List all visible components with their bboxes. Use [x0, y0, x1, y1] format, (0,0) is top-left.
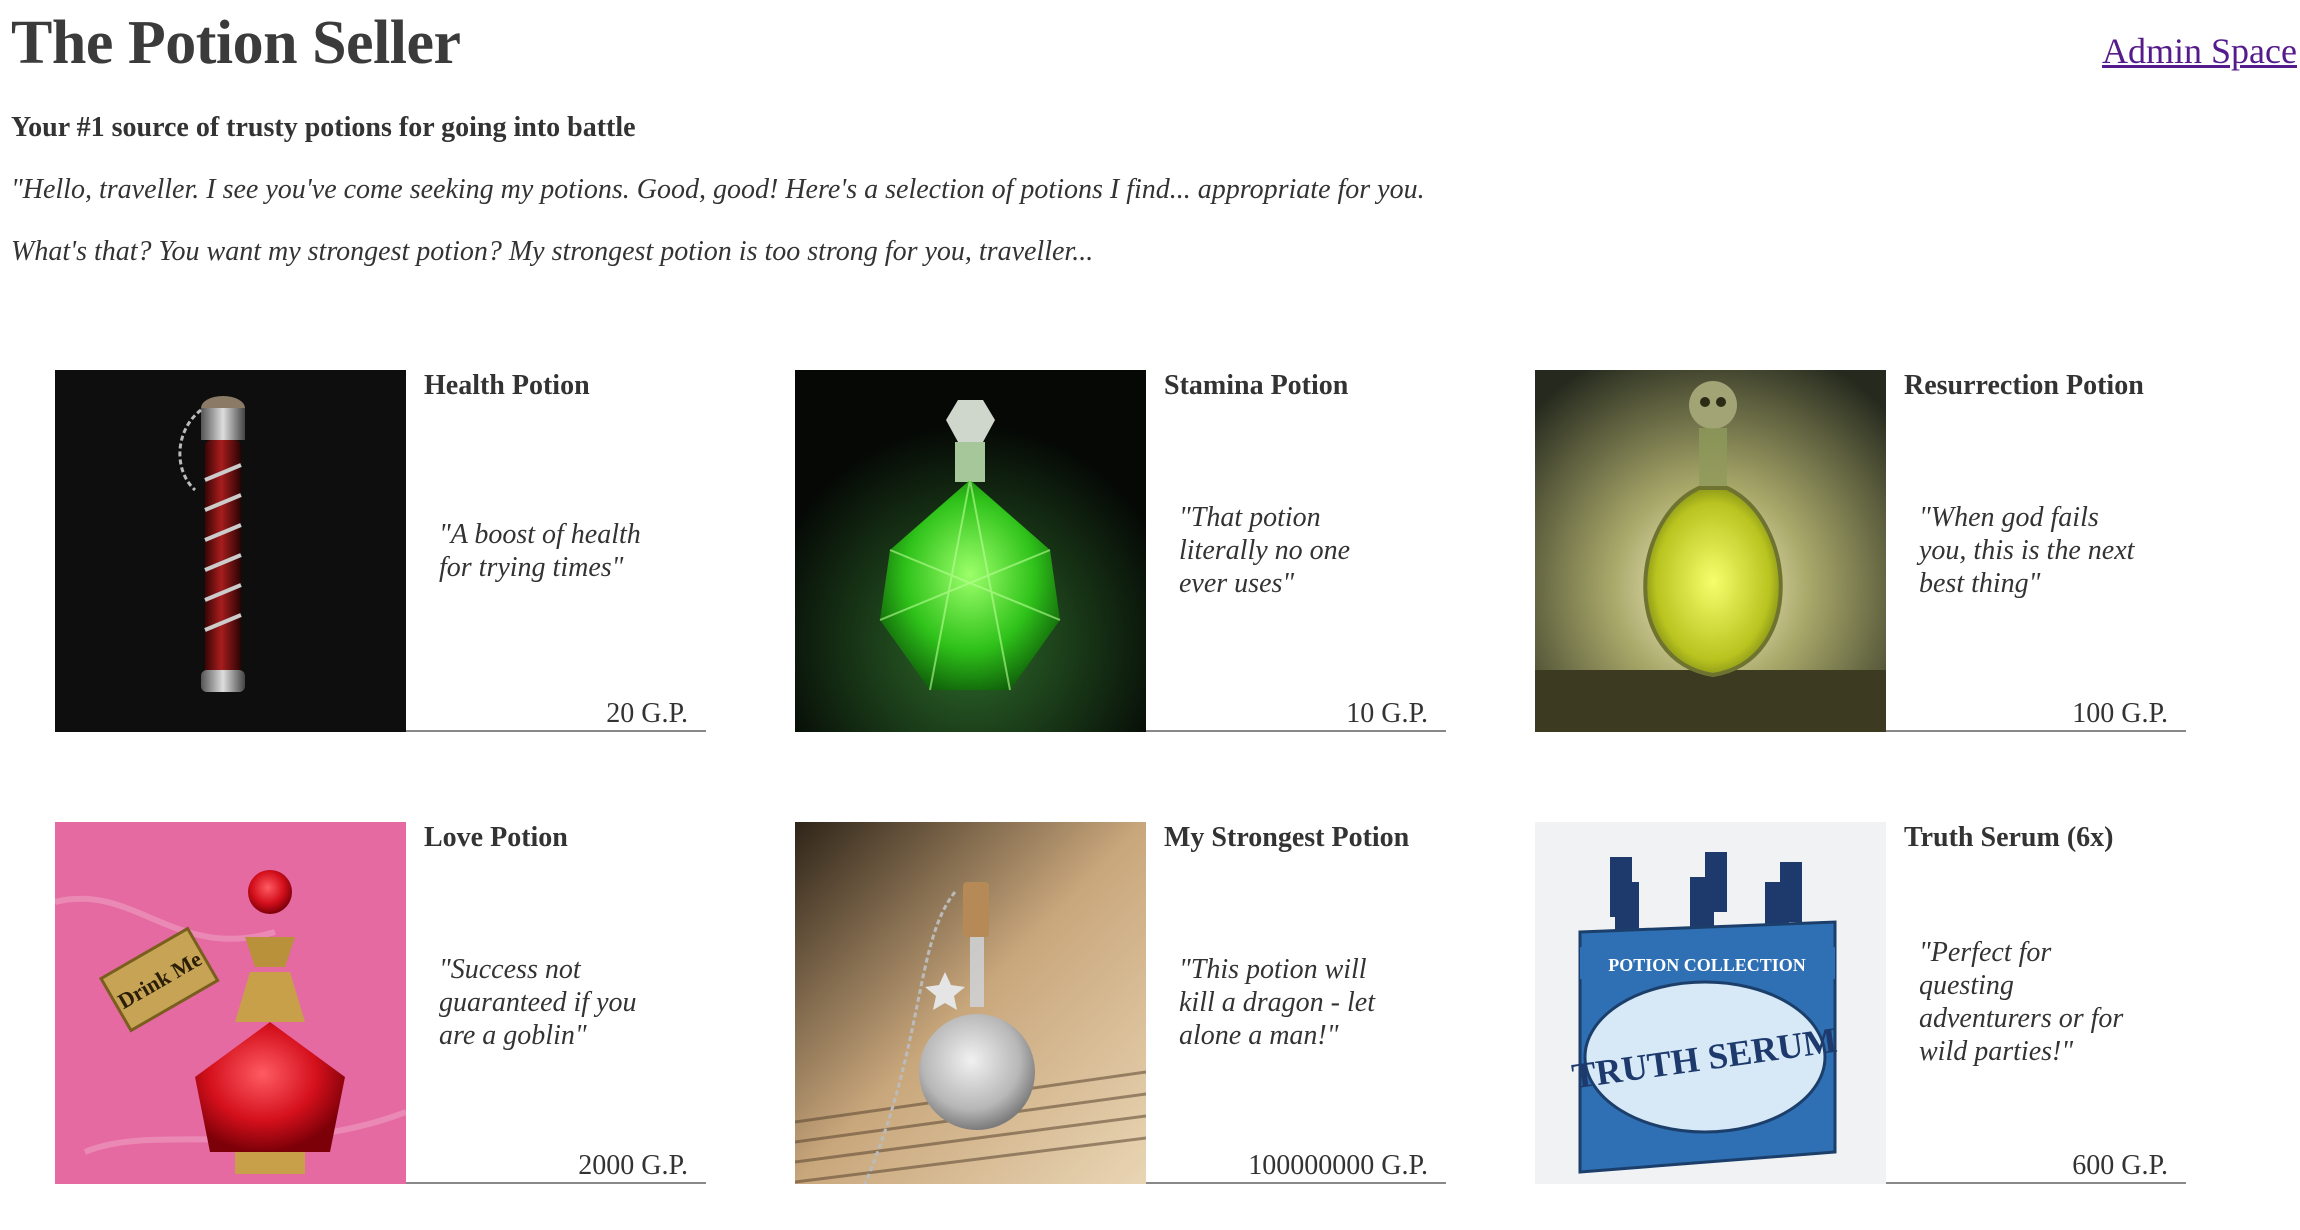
- product-name: Resurrection Potion: [1904, 370, 2144, 401]
- tagline: Your #1 source of trusty potions for goi…: [11, 112, 636, 143]
- product-image: POTION COLLECTION TRUTH SERUM: [1535, 822, 1886, 1184]
- price-divider: [1146, 730, 1446, 732]
- drink-me-bottle-icon: Drink Me: [55, 822, 406, 1184]
- product-quote: "Perfect for questing adventurers or for…: [1919, 937, 2124, 1067]
- page: The Potion Seller Admin Space Your #1 so…: [0, 0, 2300, 1230]
- product-quote: "This potion will kill a dragon - let al…: [1179, 954, 1375, 1051]
- price-divider: [1886, 730, 2186, 732]
- product-price: 2000 G.P.: [578, 1150, 688, 1181]
- product-quote: "That potion literally no one ever uses": [1179, 502, 1351, 599]
- product-price: 100000000 G.P.: [1248, 1150, 1428, 1181]
- price-divider: [406, 730, 706, 732]
- site-title: The Potion Seller: [11, 9, 461, 77]
- skull-flask-icon: [1535, 370, 1886, 732]
- green-crystal-bottle-icon: [795, 370, 1146, 732]
- product-quote: "When god fails you, this is the next be…: [1919, 502, 2135, 599]
- product-card[interactable]: Drink Me Love Potion "Success not guaran…: [55, 822, 706, 1184]
- potion-collection-label: POTION COLLECTION: [1608, 955, 1806, 975]
- product-image: [795, 370, 1146, 732]
- product-card[interactable]: My Strongest Potion "This potion will ki…: [795, 822, 1446, 1184]
- product-name: Stamina Potion: [1164, 370, 1349, 401]
- price-divider: [1886, 1182, 2186, 1184]
- product-price: 20 G.P.: [606, 698, 688, 729]
- product-quote: "A boost of health for trying times": [439, 519, 641, 583]
- product-card[interactable]: POTION COLLECTION TRUTH SERUM Truth Seru…: [1535, 822, 2186, 1184]
- price-divider: [406, 1182, 706, 1184]
- product-name: My Strongest Potion: [1164, 822, 1410, 853]
- product-name: Health Potion: [424, 370, 590, 401]
- price-divider: [1146, 1182, 1446, 1184]
- intro-text-1: "Hello, traveller. I see you've come see…: [11, 174, 1425, 205]
- product-image: [795, 822, 1146, 1184]
- intro-text-2: What's that? You want my strongest potio…: [11, 236, 1094, 267]
- product-card[interactable]: Stamina Potion "That potion literally no…: [795, 370, 1446, 732]
- product-image: [55, 370, 406, 732]
- product-quote: "Success not guaranteed if you are a gob…: [439, 954, 637, 1051]
- product-name: Love Potion: [424, 822, 568, 853]
- product-name: Truth Serum (6x): [1904, 822, 2114, 853]
- product-card[interactable]: Health Potion "A boost of health for try…: [55, 370, 706, 732]
- admin-space-link[interactable]: Admin Space: [2102, 30, 2297, 72]
- six-pack-icon: POTION COLLECTION TRUTH SERUM: [1535, 822, 1886, 1184]
- product-card[interactable]: Resurrection Potion "When god fails you,…: [1535, 370, 2186, 732]
- red-vial-icon: [55, 370, 406, 732]
- product-image: Drink Me: [55, 822, 406, 1184]
- glitter-vial-icon: [795, 822, 1146, 1184]
- product-image: [1535, 370, 1886, 732]
- product-price: 100 G.P.: [2072, 698, 2168, 729]
- product-price: 10 G.P.: [1346, 698, 1428, 729]
- product-price: 600 G.P.: [2072, 1150, 2168, 1181]
